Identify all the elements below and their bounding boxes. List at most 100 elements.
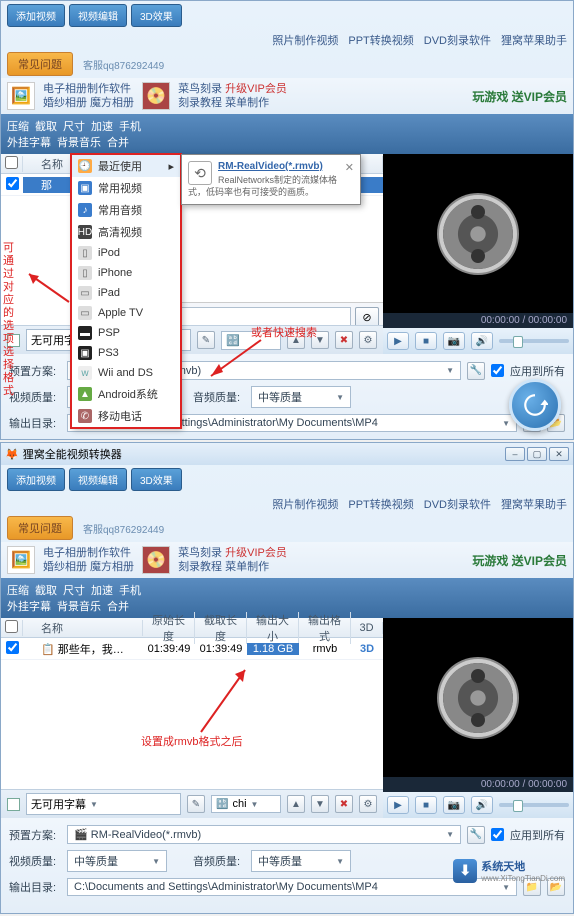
menu-ps3[interactable]: ▣PS3 [72, 343, 180, 363]
format-dropdown[interactable]: 🕘 最近使用 ▸ ▣常用视频 ♪常用音频 HD高清视频 ▯iPod ▯iPhon… [71, 154, 181, 428]
menu-wii[interactable]: wWii and DS [72, 363, 180, 383]
subtitle-edit-icon[interactable]: ✎ [187, 795, 205, 813]
preview-pane: 00:00:00 / 00:00:00 ▶ ■ 📷 🔊 [383, 154, 573, 354]
album-icon: 🖼️ [7, 82, 35, 110]
subtitle-checkbox[interactable] [7, 798, 20, 811]
select-all-checkbox[interactable] [5, 156, 18, 169]
snapshot-button[interactable]: 📷 [443, 796, 465, 814]
ipod-icon: ▯ [78, 246, 92, 260]
play-games-link[interactable]: 玩游戏 送VIP会员 [472, 88, 567, 105]
psp-icon: ▬ [78, 326, 92, 340]
col-out-fmt[interactable]: 输出格式 [299, 612, 351, 644]
3d-badge[interactable]: 3D [351, 643, 383, 655]
album-icon: 🖼️ [7, 546, 35, 574]
menu-mobile[interactable]: ✆移动电话 [72, 405, 180, 427]
audio-quality-select[interactable]: 中等质量▼ [251, 386, 351, 408]
row-checkbox[interactable] [6, 641, 19, 654]
stop-button[interactable]: ■ [415, 796, 437, 814]
play-games-link[interactable]: 玩游戏 送VIP会员 [472, 552, 567, 569]
burn-icon: 📀 [142, 82, 170, 110]
subtitle-bar-2: 无可用字幕▼ ✎ 🔡 chi▼ ▲ ▼ ✖ ⚙ [1, 789, 383, 818]
menu-android[interactable]: ▲Android系统 [72, 383, 180, 405]
video-edit-button[interactable]: 视频编辑 [69, 4, 127, 27]
link-ppt-video[interactable]: PPT转换视频 [348, 32, 413, 48]
menu-hd-video[interactable]: HD高清视频 [72, 221, 180, 243]
stop-button[interactable]: ■ [415, 332, 437, 350]
volume-slider[interactable] [499, 803, 569, 807]
faq-button[interactable]: 常见问题 [7, 52, 73, 76]
submenu-title[interactable]: RM-RealVideo(*.rmvb) [188, 161, 354, 172]
3d-effect-button[interactable]: 3D效果 [131, 468, 182, 491]
menu-psp[interactable]: ▬PSP [72, 323, 180, 343]
move-down-icon[interactable]: ▼ [311, 795, 329, 813]
output-dir-field[interactable]: C:\Documents and Settings\Administrator\… [67, 878, 517, 896]
audio-icon: ♪ [78, 203, 92, 217]
preset-select[interactable]: 🎬 RM-RealVideo(*.rmvb)▼ [67, 825, 461, 844]
subtitle-lang[interactable]: 🔡 chi▼ [211, 795, 281, 813]
promo-banner: 🖼️ 电子相册制作软件婚纱相册 魔方相册 📀 菜鸟刻录 升级VIP会员 刻录教程… [1, 78, 573, 114]
maximize-button[interactable]: ▢ [527, 447, 547, 461]
wii-icon: w [78, 366, 92, 380]
preset-settings-icon[interactable]: 🔧 [467, 826, 485, 844]
menu-ipad[interactable]: ▭iPad [72, 283, 180, 303]
move-up-icon[interactable]: ▲ [287, 795, 305, 813]
menu-ipod[interactable]: ▯iPod [72, 243, 180, 263]
col-out-size[interactable]: 输出大小 [247, 612, 299, 644]
col-orig-len[interactable]: 原始长度 [143, 612, 195, 644]
film-reel-icon [443, 663, 513, 733]
close-button[interactable]: ✕ [549, 447, 569, 461]
audio-quality-select[interactable]: 中等质量▼ [251, 850, 351, 872]
item-settings-icon[interactable]: ⚙ [359, 331, 377, 349]
col-3d[interactable]: 3D [351, 622, 383, 634]
video-quality-label: 视频质量: [9, 853, 61, 869]
submenu-description: RealNetworks制定的流媒体格式，低码率也有可接受的画质。 [188, 174, 354, 198]
qq-contact: 客服qq876292449 [83, 57, 164, 72]
col-cut-len[interactable]: 截取长度 [195, 612, 247, 644]
add-video-button[interactable]: 添加视频 [7, 468, 65, 491]
delete-icon[interactable]: ✖ [335, 795, 353, 813]
player-controls: ▶ ■ 📷 🔊 [383, 328, 573, 354]
link-apple-helper[interactable]: 狸窝苹果助手 [501, 32, 567, 48]
start-convert-button[interactable] [509, 379, 561, 431]
add-video-button[interactable]: 添加视频 [7, 4, 65, 27]
app-icon: 🦊 [5, 448, 19, 461]
menu-recent[interactable]: 🕘 最近使用 ▸ [72, 155, 180, 177]
video-preview [383, 154, 573, 313]
menu-appletv[interactable]: ▭Apple TV [72, 303, 180, 323]
item-settings-icon[interactable]: ⚙ [359, 795, 377, 813]
faq-button[interactable]: 常见问题 [7, 516, 73, 540]
volume-button[interactable]: 🔊 [471, 332, 493, 350]
minimize-button[interactable]: – [505, 447, 525, 461]
link-photo-video[interactable]: 照片制作视频 [272, 32, 338, 48]
top-toolbar-2: 添加视频 视频编辑 3D效果 [1, 465, 573, 494]
iphone-icon: ▯ [78, 266, 92, 280]
apply-all-checkbox[interactable] [491, 364, 504, 377]
snapshot-button[interactable]: 📷 [443, 332, 465, 350]
qq-contact: 客服qq876292449 [83, 521, 164, 536]
play-button[interactable]: ▶ [387, 332, 409, 350]
subtitle-select[interactable]: 无可用字幕▼ [26, 793, 181, 815]
col-name[interactable]: 名称 [23, 620, 143, 636]
volume-slider[interactable] [499, 339, 569, 343]
annotation-quick-search: 或者快速搜索 [251, 324, 317, 340]
volume-button[interactable]: 🔊 [471, 796, 493, 814]
appletv-icon: ▭ [78, 306, 92, 320]
video-quality-select[interactable]: 中等质量▼ [67, 850, 167, 872]
3d-effect-button[interactable]: 3D效果 [131, 4, 182, 27]
apply-all-checkbox[interactable] [491, 828, 504, 841]
preset-label: 预置方案: [9, 827, 61, 843]
select-all-checkbox[interactable] [5, 620, 18, 633]
timecode: 00:00:00 / 00:00:00 [383, 777, 573, 792]
menu-common-video[interactable]: ▣常用视频 [72, 177, 180, 199]
subtitle-edit-icon[interactable]: ✎ [197, 331, 215, 349]
submenu-close-icon[interactable]: ✕ [345, 161, 354, 174]
annotation-after-set: 设置成rmvb格式之后 [141, 733, 242, 749]
menu-iphone[interactable]: ▯iPhone [72, 263, 180, 283]
link-dvd-burn[interactable]: DVD刻录软件 [424, 32, 491, 48]
play-button[interactable]: ▶ [387, 796, 409, 814]
menu-common-audio[interactable]: ♪常用音频 [72, 199, 180, 221]
preset-settings-icon[interactable]: 🔧 [467, 362, 485, 380]
delete-icon[interactable]: ✖ [335, 331, 353, 349]
row-checkbox[interactable] [6, 177, 19, 190]
video-edit-button[interactable]: 视频编辑 [69, 468, 127, 491]
